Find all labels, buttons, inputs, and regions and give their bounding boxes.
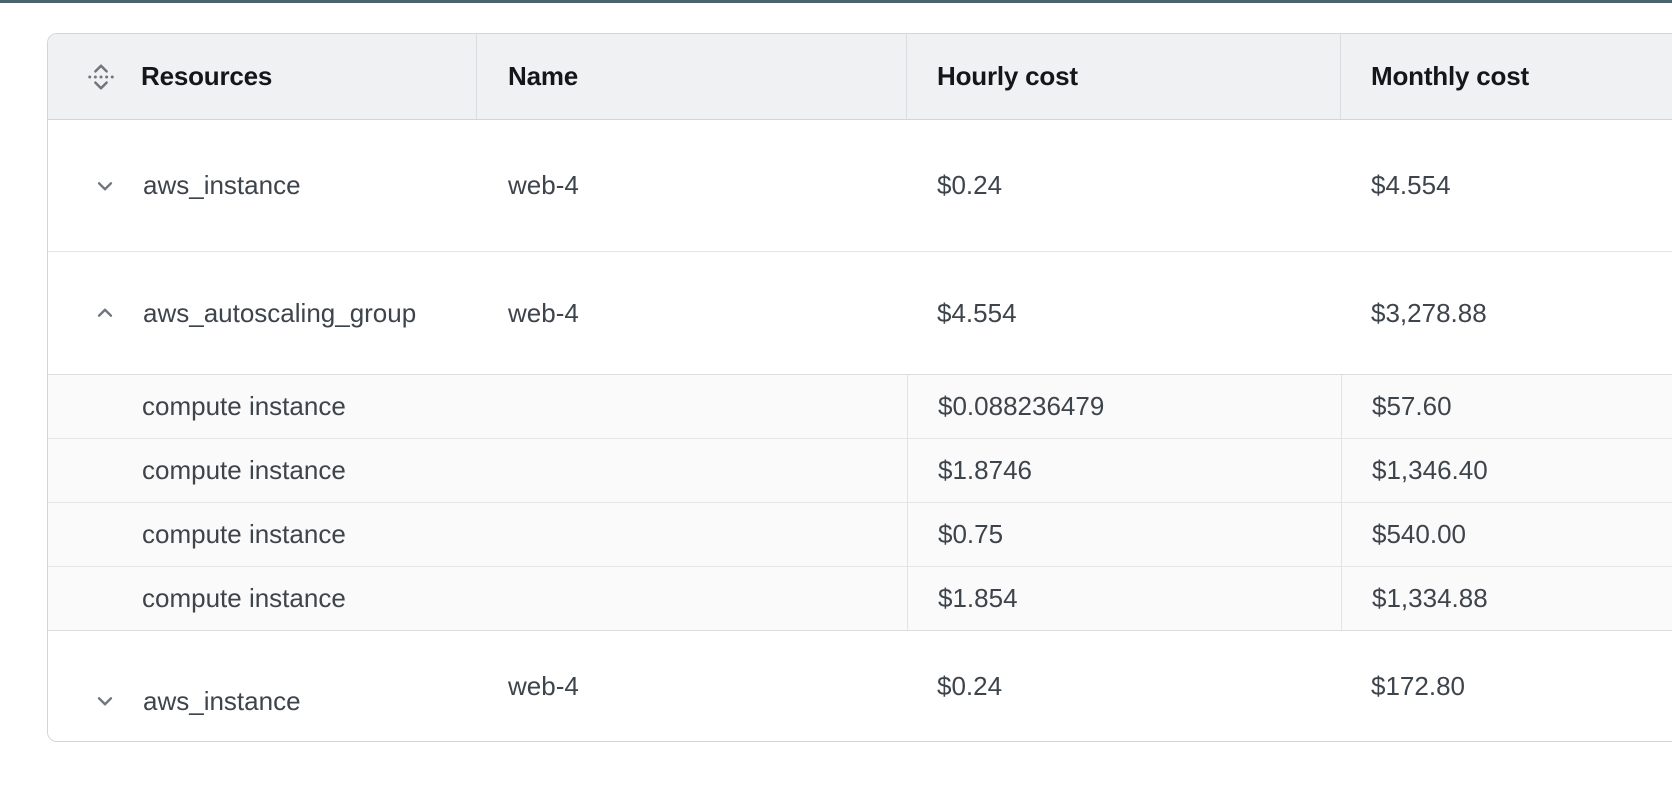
table-row[interactable]: aws_instance web-4 $0.24 $4.554: [48, 120, 1672, 252]
name-cell: [477, 567, 907, 630]
hourly-cost-cell: $0.24: [907, 120, 1341, 251]
resource-name: web-4: [508, 671, 579, 702]
hourly-cost-value: $0.24: [937, 671, 1002, 702]
chevron-down-icon[interactable]: [92, 173, 118, 199]
monthly-cost-value: $3,278.88: [1371, 298, 1487, 329]
hourly-cost-cell: $1.8746: [907, 439, 1341, 502]
name-cell: web-4: [477, 252, 907, 374]
chevron-up-icon[interactable]: [92, 300, 118, 326]
table-header-row: Resources Name Hourly cost Monthly cost: [48, 34, 1672, 120]
hourly-cost-cell: $0.75: [907, 503, 1341, 566]
cost-component: compute instance: [142, 455, 346, 486]
monthly-cost-value: $1,334.88: [1372, 583, 1488, 614]
table-row[interactable]: aws_instance web-4 $0.24 $172.80: [48, 631, 1672, 741]
resource-cell: aws_instance: [48, 646, 477, 742]
resource-name: web-4: [508, 298, 579, 329]
monthly-cost-cell: $4.554: [1341, 120, 1672, 251]
name-cell: web-4: [477, 120, 907, 251]
monthly-cost-cell: $1,334.88: [1341, 567, 1672, 630]
monthly-cost-cell: $540.00: [1341, 503, 1672, 566]
hourly-cost-value: $4.554: [937, 298, 1017, 329]
hourly-cost-value: $0.24: [937, 170, 1002, 201]
resource-cell: compute instance: [48, 503, 477, 566]
hourly-cost-cell: $0.088236479: [907, 375, 1341, 438]
monthly-cost-cell: $172.80: [1341, 631, 1672, 741]
cost-component: compute instance: [142, 583, 346, 614]
chevron-down-icon[interactable]: [92, 688, 118, 714]
column-header-label: Resources: [141, 61, 272, 92]
top-accent-bar: [0, 0, 1672, 3]
table-subrow: compute instance $0.75 $540.00: [48, 503, 1672, 567]
column-header-monthly-cost: Monthly cost: [1341, 34, 1672, 119]
resource-cell: aws_instance: [48, 120, 477, 251]
monthly-cost-value: $172.80: [1371, 671, 1465, 702]
monthly-cost-cell: $57.60: [1341, 375, 1672, 438]
resource-type: aws_instance: [143, 170, 301, 201]
monthly-cost-value: $540.00: [1372, 519, 1466, 550]
column-header-hourly-cost: Hourly cost: [907, 34, 1341, 119]
resource-type: aws_instance: [143, 686, 301, 717]
column-header-name: Name: [477, 34, 907, 119]
table-row[interactable]: aws_autoscaling_group web-4 $4.554 $3,27…: [48, 252, 1672, 375]
hourly-cost-value: $1.854: [938, 583, 1018, 614]
table-subrow: compute instance $1.854 $1,334.88: [48, 567, 1672, 631]
cost-table: Resources Name Hourly cost Monthly cost …: [47, 33, 1672, 742]
monthly-cost-cell: $3,278.88: [1341, 252, 1672, 374]
column-header-label: Hourly cost: [937, 61, 1078, 92]
resource-cell: aws_autoscaling_group: [48, 252, 477, 374]
table-subrow: compute instance $0.088236479 $57.60: [48, 375, 1672, 439]
column-header-label: Name: [508, 61, 578, 92]
table-subrow: compute instance $1.8746 $1,346.40: [48, 439, 1672, 503]
monthly-cost-value: $1,346.40: [1372, 455, 1488, 486]
hourly-cost-value: $1.8746: [938, 455, 1032, 486]
hourly-cost-cell: $4.554: [907, 252, 1341, 374]
page: Resources Name Hourly cost Monthly cost …: [0, 0, 1672, 797]
hourly-cost-value: $0.088236479: [938, 391, 1104, 422]
column-header-resources: Resources: [48, 34, 477, 119]
resource-cell: compute instance: [48, 375, 477, 438]
monthly-cost-cell: $1,346.40: [1341, 439, 1672, 502]
hourly-cost-cell: $1.854: [907, 567, 1341, 630]
name-cell: [477, 439, 907, 502]
column-header-label: Monthly cost: [1371, 61, 1529, 92]
resource-name: web-4: [508, 170, 579, 201]
name-cell: web-4: [477, 631, 907, 741]
name-cell: [477, 503, 907, 566]
hourly-cost-value: $0.75: [938, 519, 1003, 550]
monthly-cost-value: $4.554: [1371, 170, 1451, 201]
hourly-cost-cell: $0.24: [907, 631, 1341, 741]
resource-type: aws_autoscaling_group: [143, 298, 416, 329]
cost-component: compute instance: [142, 519, 346, 550]
resource-cell: compute instance: [48, 439, 477, 502]
resource-cell: compute instance: [48, 567, 477, 630]
monthly-cost-value: $57.60: [1372, 391, 1452, 422]
row-reorder-icon[interactable]: [86, 62, 116, 92]
name-cell: [477, 375, 907, 438]
cost-component: compute instance: [142, 391, 346, 422]
